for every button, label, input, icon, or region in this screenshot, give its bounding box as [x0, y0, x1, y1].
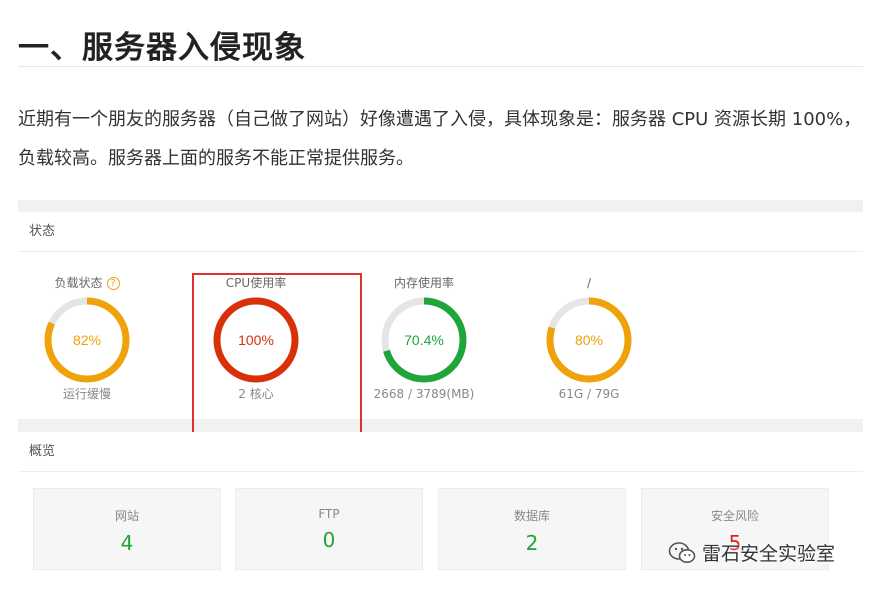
- load-ring: 82%: [44, 297, 130, 383]
- overview-card: 概览 网站 4 FTP 0 数据库 2 安全风险 5: [18, 432, 863, 594]
- page-title: 一、服务器入侵现象: [18, 30, 306, 66]
- stat-value[interactable]: 0: [236, 528, 422, 552]
- stat-label: 网站: [114, 509, 139, 523]
- help-icon[interactable]: ?: [106, 277, 120, 290]
- wechat-icon: [668, 541, 696, 563]
- title-divider: [18, 66, 863, 67]
- stat-label: 安全风险: [710, 509, 759, 523]
- cpu-highlight-box: [192, 273, 362, 448]
- gauge-title: 负载状态: [54, 276, 103, 290]
- status-card: 状态 负载状态? 82% 运行缓慢 CPU使用率 100% 2 核心 内存使用率: [18, 212, 863, 448]
- gauge-disk[interactable]: / 80% 61G / 79G: [524, 274, 654, 402]
- stat-ftp[interactable]: FTP 0: [235, 488, 423, 570]
- gauge-value: 82%: [73, 332, 101, 348]
- gauge-subtext: 61G / 79G: [558, 387, 620, 401]
- overview-card-header: 概览: [18, 432, 863, 472]
- stat-websites[interactable]: 网站 4: [33, 488, 221, 570]
- gauge-memory[interactable]: 内存使用率 70.4% 2668 / 3789(MB): [359, 274, 489, 402]
- stat-databases[interactable]: 数据库 2: [438, 488, 626, 570]
- gauge-value: 80%: [575, 332, 603, 348]
- stat-label: FTP: [318, 507, 340, 521]
- stat-value[interactable]: 4: [34, 531, 220, 555]
- gauge-title: 内存使用率: [393, 276, 454, 290]
- disk-ring: 80%: [546, 297, 632, 383]
- gauge-subtext: 2668 / 3789(MB): [373, 387, 475, 401]
- memory-ring: 70.4%: [381, 297, 467, 383]
- server-panel-screenshot: 状态 负载状态? 82% 运行缓慢 CPU使用率 100% 2 核心 内存使用率: [18, 200, 863, 594]
- status-card-header: 状态: [18, 212, 863, 252]
- watermark: 雷石安全实验室: [668, 539, 835, 566]
- article-paragraph: 近期有一个朋友的服务器（自己做了网站）好像遭遇了入侵，具体现象是：服务器 CPU…: [18, 109, 862, 169]
- watermark-text: 雷石安全实验室: [702, 543, 836, 565]
- gauge-title: /: [586, 276, 592, 290]
- gauge-subtext: 运行缓慢: [62, 387, 111, 401]
- gauge-value: 70.4%: [404, 332, 444, 348]
- stat-value[interactable]: 2: [439, 531, 625, 555]
- gauge-load[interactable]: 负载状态? 82% 运行缓慢: [22, 274, 152, 402]
- stat-label: 数据库: [513, 509, 550, 523]
